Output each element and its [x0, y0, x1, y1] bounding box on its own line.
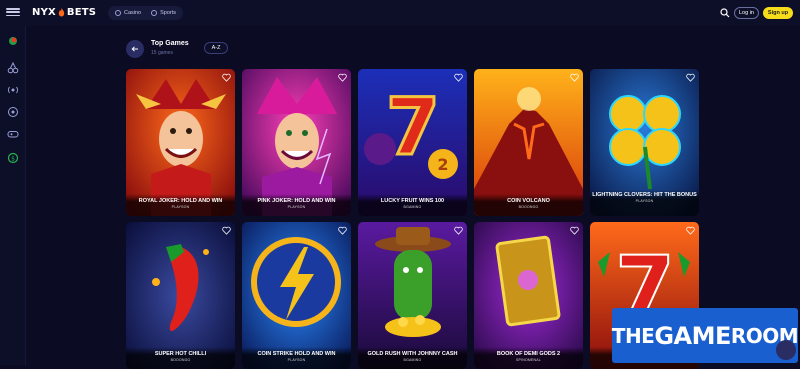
- heart-icon[interactable]: [338, 226, 347, 235]
- game-card[interactable]: BOOK OF DEMI GODS 2 SPINOMENAL: [474, 222, 583, 369]
- watermark-logo: THE GAME ROOM: [612, 308, 799, 363]
- game-caption: BOOK OF DEMI GODS 2 SPINOMENAL: [474, 347, 583, 369]
- sports-ball-icon[interactable]: [7, 106, 19, 118]
- game-card[interactable]: ROYAL JOKER: HOLD AND WIN PLAYSON: [126, 69, 235, 216]
- game-caption: COIN VOLCANO BOOONGO: [474, 194, 583, 216]
- svg-text:$: $: [11, 155, 15, 162]
- sort-az-button[interactable]: A-Z: [204, 42, 228, 54]
- game-caption: LUCKY FRUIT WINS 100 BGAMING: [358, 194, 467, 216]
- heart-icon[interactable]: [686, 73, 695, 82]
- game-caption: COIN STRIKE HOLD AND WIN PLAYSON: [242, 347, 351, 369]
- arrow-left-icon: [131, 46, 138, 52]
- game-title: PINK JOKER: HOLD AND WIN: [257, 198, 336, 204]
- game-caption: PINK JOKER: HOLD AND WIN PLAYSON: [242, 194, 351, 216]
- heart-icon[interactable]: [686, 226, 695, 235]
- live-icon[interactable]: [7, 84, 19, 96]
- game-card[interactable]: LIGHTNING CLOVERS: HIT THE BONUS PLAYSON: [590, 69, 699, 216]
- game-title: COIN VOLCANO: [507, 198, 550, 204]
- game-title: BOOK OF DEMI GODS 2: [496, 351, 561, 357]
- brand-logo[interactable]: NYX BETS: [32, 7, 96, 18]
- game-caption: GOLD RUSH WITH JOHNNY CASH BGAMING: [358, 347, 467, 369]
- cherries-icon[interactable]: [7, 62, 19, 74]
- menu-icon[interactable]: [6, 6, 20, 18]
- ball-icon: [151, 10, 158, 16]
- search-icon[interactable]: [720, 8, 730, 18]
- heart-icon[interactable]: [222, 226, 231, 235]
- login-button[interactable]: Log in: [734, 7, 759, 19]
- game-provider: SPINOMENAL: [516, 357, 541, 362]
- game-provider: PLAYSON: [171, 204, 190, 209]
- heart-icon[interactable]: [454, 73, 463, 82]
- section-title: Top Games: [151, 40, 189, 47]
- game-caption: ROYAL JOKER: HOLD AND WIN PLAYSON: [126, 194, 235, 216]
- game-title: LIGHTNING CLOVERS: HIT THE BONUS: [592, 192, 697, 198]
- token-icon[interactable]: $: [7, 152, 19, 164]
- games-count: 15 games: [151, 50, 173, 56]
- fruit-icon[interactable]: [7, 34, 19, 46]
- game-provider: BOOONGO: [518, 204, 539, 209]
- signup-button[interactable]: Sign up: [763, 7, 793, 19]
- sidebar: $: [0, 26, 26, 365]
- heart-icon[interactable]: [222, 73, 231, 82]
- top-bar: NYX BETS Casino Sports Log in Sign up: [0, 0, 800, 26]
- game-card[interactable]: 7 2 LUCKY FRUIT WINS 100 BGAMING: [358, 69, 467, 216]
- game-provider: PLAYSON: [635, 198, 654, 203]
- game-title: GOLD RUSH WITH JOHNNY CASH: [367, 351, 458, 357]
- game-title: ROYAL JOKER: HOLD AND WIN: [138, 198, 223, 204]
- heart-icon[interactable]: [570, 73, 579, 82]
- game-provider: BGAMING: [403, 357, 422, 362]
- dice-icon: [115, 10, 121, 16]
- game-provider: BOOONGO: [170, 357, 191, 362]
- game-provider: PLAYSON: [287, 204, 306, 209]
- section-switch: Casino Sports: [108, 6, 184, 20]
- game-title: LUCKY FRUIT WINS 100: [380, 198, 445, 204]
- heart-icon[interactable]: [338, 73, 347, 82]
- game-card[interactable]: SUPER HOT CHILLI BOOONGO: [126, 222, 235, 369]
- svg-text:2: 2: [437, 155, 448, 174]
- game-provider: BGAMING: [403, 204, 422, 209]
- game-card[interactable]: PINK JOKER: HOLD AND WIN PLAYSON: [242, 69, 351, 216]
- game-title: SUPER HOT CHILLI: [154, 351, 207, 357]
- game-card[interactable]: COIN STRIKE HOLD AND WIN PLAYSON: [242, 222, 351, 369]
- chat-button[interactable]: [776, 340, 796, 360]
- heart-icon[interactable]: [570, 226, 579, 235]
- game-card[interactable]: COIN VOLCANO BOOONGO: [474, 69, 583, 216]
- nav-sports[interactable]: Sports: [147, 8, 180, 18]
- heart-icon[interactable]: [454, 226, 463, 235]
- game-card[interactable]: GOLD RUSH WITH JOHNNY CASH BGAMING: [358, 222, 467, 369]
- flame-icon: [58, 7, 65, 17]
- back-button[interactable]: [126, 40, 144, 58]
- game-caption: LIGHTNING CLOVERS: HIT THE BONUS PLAYSON: [590, 190, 699, 216]
- nav-casino[interactable]: Casino: [111, 8, 145, 18]
- game-title: COIN STRIKE HOLD AND WIN: [257, 351, 336, 357]
- game-provider: PLAYSON: [287, 357, 306, 362]
- game-caption: SUPER HOT CHILLI BOOONGO: [126, 347, 235, 369]
- gamepad-icon[interactable]: [7, 128, 19, 140]
